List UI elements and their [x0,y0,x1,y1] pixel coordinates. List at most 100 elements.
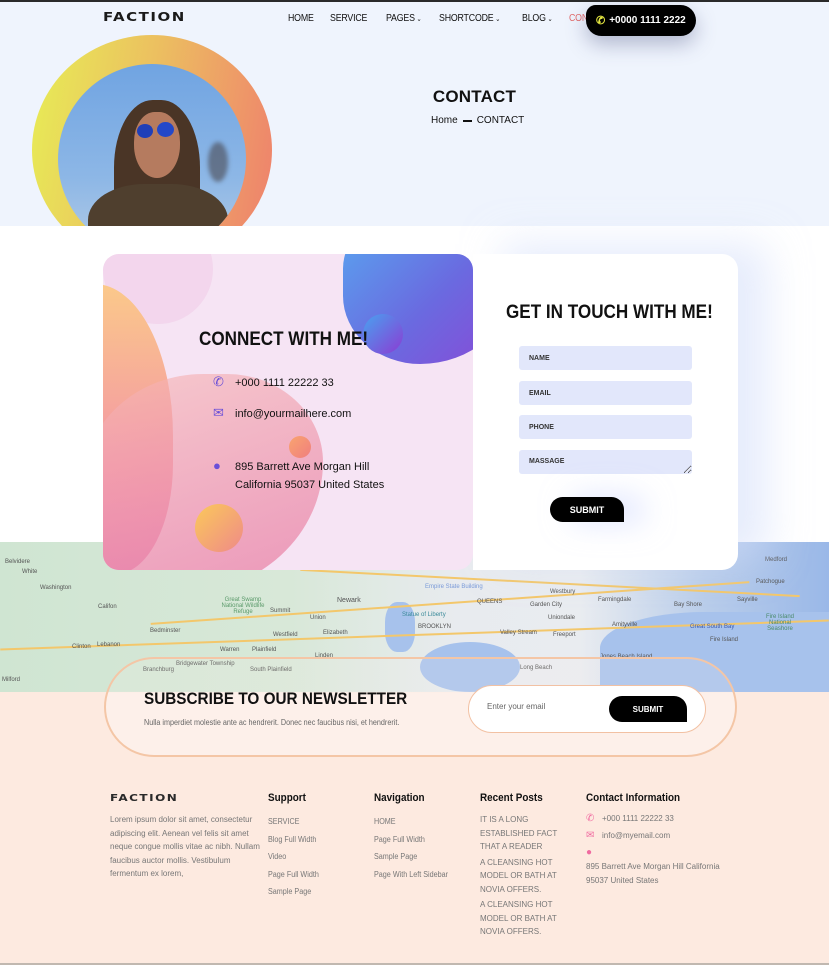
map-label: Union [310,615,326,621]
map-label: BROOKLYN [418,624,451,630]
contact-phone-row: ✆ +000 1111 22222 33 [213,374,334,392]
phone-input[interactable] [519,415,692,439]
map-label: Empire State Building [425,584,483,590]
nav-label: BLOG [521,13,546,24]
footer-link[interactable]: HOME [374,813,448,831]
nav-item-blog[interactable]: BLOG ⌄ [522,13,553,24]
contact-phone[interactable]: +000 1111 22222 33 [235,374,334,392]
message-textarea[interactable] [519,450,692,474]
decor-circle [195,504,243,552]
header-phone-button[interactable]: ✆ +0000 1111 2222 [586,5,696,36]
phone-icon: ✆ [213,374,224,389]
map-label: Patchogue [756,579,785,585]
nav-item-service[interactable]: SERVICE [330,13,367,24]
phone-icon: ✆ [586,813,595,824]
map-pin-icon: ● [586,847,593,858]
decor-circle [363,314,403,354]
envelope-icon: ✉ [586,830,595,841]
phone-button-label: +0000 1111 2222 [609,15,686,26]
footer-recent-posts: Recent Posts IT IS A LONG ESTABLISHED FA… [480,792,560,941]
footer-link[interactable]: SERVICE [268,813,319,831]
footer-link[interactable]: Page With Left Sidebar [374,866,448,884]
footer-link[interactable]: Blog Full Width [268,831,319,849]
footer-link[interactable]: Page Full Width [268,866,319,884]
footer-link[interactable]: Sample Page [268,883,319,901]
breadcrumb: Home CONTACT [431,115,524,126]
phone-icon: ✆ [596,15,606,27]
footer-support: Support SERVICE Blog Full Width Video Pa… [268,792,324,901]
footer-phone[interactable]: +000 1111 22222 33 [602,814,674,823]
footer-recent-posts-heading: Recent Posts [480,792,543,804]
map-label: Farmingdale [598,597,632,603]
map-label: Fire Island National Seashore [765,614,794,632]
nav-item-pages[interactable]: PAGES ⌄ [386,13,422,24]
map-label: Sayville [737,597,758,603]
footer-navigation-heading: Navigation [374,792,425,804]
map-label: Westfield [273,632,298,638]
nav-item-home[interactable]: HOME [288,13,314,24]
newsletter-email-input[interactable] [487,702,597,711]
map-label: Great Swamp National Wildlife Refuge [221,597,265,615]
footer-link[interactable]: Video [268,848,319,866]
newsletter-subtitle: Nulla imperdiet molestie ante ac hendrer… [144,718,400,727]
email-input[interactable] [519,381,692,405]
footer-phone-row: ✆ +000 1111 22222 33 [586,813,726,824]
decor-circle [289,436,311,458]
chevron-down-icon: ⌄ [547,15,553,23]
nav-item-shortcode[interactable]: SHORTCODE ⌄ [439,13,500,24]
map-label: Medford [765,557,788,563]
photo-face [134,112,180,178]
chevron-down-icon: ⌄ [416,15,422,23]
footer-about: FACTION Lorem ipsum dolor sit amet, cons… [110,792,270,881]
photo-sunglasses-right [157,122,174,137]
footer-email[interactable]: info@myemail.com [602,831,670,840]
contact-email-row: ✉ info@yourmailhere.com [213,405,351,423]
recent-post-link[interactable]: A CLEANSING HOT MODEL OR BATH AT NOVIA O… [480,856,560,897]
footer-contact-heading: Contact Information [586,792,681,804]
contact-form-card: GET IN TOUCH WITH ME! SUBMIT [473,254,738,570]
footer-support-heading: Support [268,792,306,804]
contact-email[interactable]: info@yourmailhere.com [235,405,351,423]
map-label: Freeport [553,632,576,638]
connect-card: CONNECT WITH ME! ✆ +000 1111 22222 33 ✉ … [103,254,473,570]
nav-label: HOME [288,13,314,24]
newsletter-submit-button[interactable]: SUBMIT [609,696,687,722]
name-input[interactable] [519,346,692,370]
map-label: Statue of Liberty [402,612,446,618]
form-title: GET IN TOUCH WITH ME! [506,302,713,323]
map-label: QUEENS [477,599,503,605]
map-label: Garden City [530,602,563,608]
contact-address: 895 Barrett Ave Morgan Hill California 9… [235,458,384,494]
map-label: Plainfield [252,647,277,653]
footer-link[interactable]: Page Full Width [374,831,448,849]
recent-post-link[interactable]: A CLEANSING HOT MODEL OR BATH AT NOVIA O… [480,898,560,939]
map-label: Califon [98,604,117,610]
map-label: Milford [2,677,21,683]
map-water-upper-bay [385,602,415,652]
map-label: Uniondale [548,615,576,621]
envelope-icon: ✉ [213,405,224,420]
footer-email-row: ✉ info@myemail.com [586,830,726,841]
recent-post-link[interactable]: IT IS A LONG ESTABLISHED FACT THAT A REA… [480,813,560,854]
hero-section: FACTION HOME SERVICE PAGES ⌄ SHORTCODE ⌄ B… [0,0,829,226]
photo-shirt [88,184,228,226]
newsletter-title: SUBSCRIBE TO OUR NEWSLETTER [144,689,408,708]
map-label: Amityville [612,622,638,628]
map-label: Warren [220,647,240,653]
footer-link[interactable]: Sample Page [374,848,448,866]
form-submit-button[interactable]: SUBMIT [550,497,624,522]
footer-logo[interactable]: FACTION [110,792,270,803]
breadcrumb-home[interactable]: Home [431,115,458,126]
map-label: Summit [270,608,291,614]
connect-title: CONNECT WITH ME! [199,329,369,350]
breadcrumb-separator [462,119,472,122]
map-pin-icon: ● [213,458,221,473]
map-label: Belvidere [5,559,31,565]
site-logo[interactable]: FACTION [103,9,186,24]
map-label: White [22,569,38,575]
photo-plant [208,142,228,182]
footer-address: 895 Barrett Ave Morgan Hill California 9… [586,862,720,885]
map-label: Fire Island [710,637,739,643]
map-label: Washington [40,585,72,591]
map-label: Bay Shore [674,602,703,608]
